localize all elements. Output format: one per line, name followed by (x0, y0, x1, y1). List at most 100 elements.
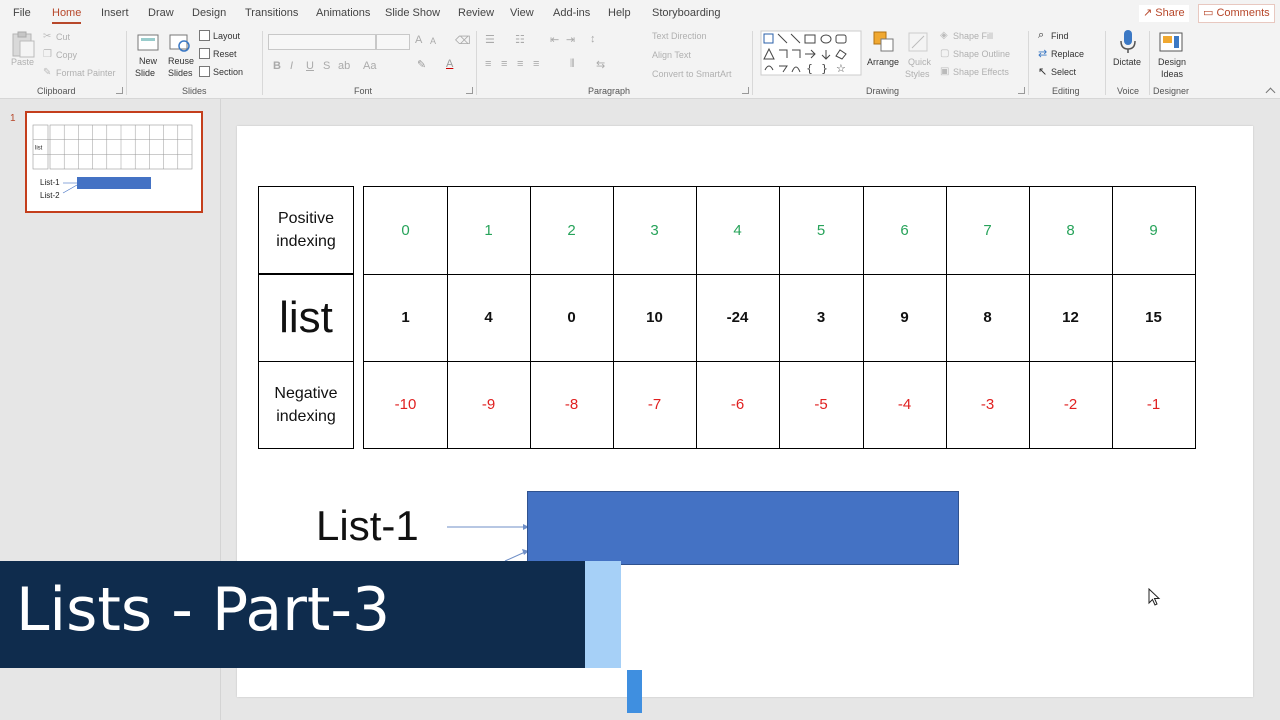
text-direction-button[interactable]: Text Direction (652, 31, 707, 41)
increase-indent-icon[interactable]: ⇥ (566, 33, 575, 46)
positive-index-cell[interactable]: 2 (530, 187, 613, 274)
list-value-cell[interactable]: 8 (946, 274, 1029, 361)
shapes-gallery-icon[interactable]: { } ☆ (760, 30, 864, 76)
copy-button[interactable]: Copy (56, 50, 77, 60)
tab-file[interactable]: File (13, 7, 31, 19)
negative-index-cell[interactable]: -2 (1029, 361, 1112, 448)
positive-index-cell[interactable]: 8 (1029, 187, 1112, 274)
reuse-slides-button[interactable]: Reuse (168, 56, 194, 66)
align-right-icon[interactable]: ≡ (517, 58, 523, 70)
bullets-icon[interactable]: ☰ (485, 33, 495, 46)
shrink-font-button[interactable]: A (430, 36, 436, 46)
new-slide-button[interactable]: New (139, 56, 157, 66)
font-color-icon[interactable]: A (446, 58, 453, 70)
list-object-rectangle[interactable] (527, 491, 959, 565)
negative-index-cell[interactable]: -1 (1112, 361, 1195, 448)
tab-insert[interactable]: Insert (101, 7, 129, 19)
columns-icon[interactable]: ⫴ (570, 58, 575, 71)
tab-view[interactable]: View (510, 7, 534, 19)
collapse-ribbon-icon[interactable] (1265, 87, 1276, 98)
convert-smartart-button[interactable]: Convert to SmartArt (652, 69, 732, 79)
shape-effects-button[interactable]: Shape Effects (953, 67, 1009, 77)
list-value-cell[interactable]: 9 (863, 274, 946, 361)
justify-icon[interactable]: ≡ (533, 58, 539, 70)
rtl-icon[interactable]: ⇆ (596, 58, 605, 71)
line-spacing-icon[interactable]: ↕ (590, 33, 596, 45)
shape-fill-button[interactable]: Shape Fill (953, 31, 993, 41)
tab-animations[interactable]: Animations (316, 7, 370, 19)
positive-index-cell[interactable]: 5 (779, 187, 863, 274)
arrange-button[interactable]: Arrange (867, 57, 899, 67)
clear-formatting-icon[interactable]: ⌫ (455, 34, 471, 47)
list-value-cell[interactable]: 1 (364, 274, 447, 361)
list1-label[interactable]: List-1 (316, 502, 419, 550)
tab-help[interactable]: Help (608, 7, 631, 19)
positive-index-cell[interactable]: 6 (863, 187, 946, 274)
positive-indexing-label[interactable]: Positive indexing (258, 186, 354, 274)
replace-button[interactable]: Replace (1051, 49, 1084, 59)
align-text-button[interactable]: Align Text (652, 50, 691, 60)
comments-button[interactable]: ▭ Comments (1198, 4, 1275, 23)
list-value-cell[interactable]: 4 (447, 274, 530, 361)
italic-button[interactable]: I (290, 60, 293, 72)
negative-index-cell[interactable]: -5 (779, 361, 863, 448)
tab-design[interactable]: Design (192, 7, 226, 19)
list-value-cell[interactable]: 10 (613, 274, 696, 361)
tab-transitions[interactable]: Transitions (245, 7, 298, 19)
index-table[interactable]: 0 1 2 3 4 5 6 7 8 9 1 4 0 10 -24 3 9 8 1… (363, 186, 1196, 449)
negative-index-cell[interactable]: -4 (863, 361, 946, 448)
list-label[interactable]: list (258, 274, 354, 362)
quick-styles-button[interactable]: Quick (908, 57, 931, 67)
tab-add-ins[interactable]: Add-ins (553, 7, 590, 19)
positive-index-cell[interactable]: 9 (1112, 187, 1195, 274)
dictate-button[interactable]: Dictate (1113, 57, 1141, 67)
list-value-cell[interactable]: -24 (696, 274, 779, 361)
cut-button[interactable]: Cut (56, 32, 70, 42)
align-left-icon[interactable]: ≡ (485, 58, 491, 70)
underline-button[interactable]: U (306, 60, 314, 72)
change-case-button[interactable]: Aa (363, 60, 376, 72)
list-value-cell[interactable]: 12 (1029, 274, 1112, 361)
positive-index-cell[interactable]: 4 (696, 187, 779, 274)
bold-button[interactable]: B (273, 60, 281, 72)
highlight-icon[interactable]: ✎ (417, 58, 426, 71)
find-button[interactable]: Find (1051, 31, 1069, 41)
list-value-cell[interactable]: 15 (1112, 274, 1195, 361)
negative-index-cell[interactable]: -7 (613, 361, 696, 448)
tab-storyboarding[interactable]: Storyboarding (652, 7, 721, 19)
tab-review[interactable]: Review (458, 7, 494, 19)
align-center-icon[interactable]: ≡ (501, 58, 507, 70)
slide-thumbnail[interactable]: list List-1 List-2 (25, 111, 203, 213)
reset-button[interactable]: Reset (213, 49, 237, 59)
negative-index-cell[interactable]: -8 (530, 361, 613, 448)
drawing-launcher-icon[interactable] (1018, 87, 1025, 94)
list-value-cell[interactable]: 0 (530, 274, 613, 361)
strikethrough-button[interactable]: S (323, 60, 330, 72)
negative-indexing-label[interactable]: Negative indexing (258, 361, 354, 449)
shape-outline-button[interactable]: Shape Outline (953, 49, 1010, 59)
share-button[interactable]: ↗ Share (1138, 4, 1190, 23)
clipboard-launcher-icon[interactable] (116, 87, 123, 94)
format-painter-button[interactable]: Format Painter (56, 68, 116, 78)
negative-index-cell[interactable]: -3 (946, 361, 1029, 448)
list-pointer-arrows[interactable] (445, 518, 529, 562)
list-value-cell[interactable]: 3 (779, 274, 863, 361)
font-launcher-icon[interactable] (466, 87, 473, 94)
design-ideas-button[interactable]: Design (1158, 57, 1186, 67)
negative-index-cell[interactable]: -10 (364, 361, 447, 448)
tab-home[interactable]: Home (52, 7, 82, 24)
paragraph-launcher-icon[interactable] (742, 87, 749, 94)
decrease-indent-icon[interactable]: ⇤ (550, 33, 559, 46)
positive-index-cell[interactable]: 7 (946, 187, 1029, 274)
negative-index-cell[interactable]: -6 (696, 361, 779, 448)
section-button[interactable]: Section (213, 67, 243, 77)
paste-button[interactable]: Paste (11, 57, 34, 67)
tab-draw[interactable]: Draw (148, 7, 174, 19)
select-button[interactable]: Select (1051, 67, 1076, 77)
tab-slide-show[interactable]: Slide Show (385, 7, 440, 19)
numbering-icon[interactable]: ☷ (515, 33, 525, 46)
positive-index-cell[interactable]: 3 (613, 187, 696, 274)
grow-font-button[interactable]: A (415, 34, 422, 46)
font-name-dropdown[interactable] (268, 34, 376, 50)
character-spacing-button[interactable]: ab (338, 60, 350, 72)
